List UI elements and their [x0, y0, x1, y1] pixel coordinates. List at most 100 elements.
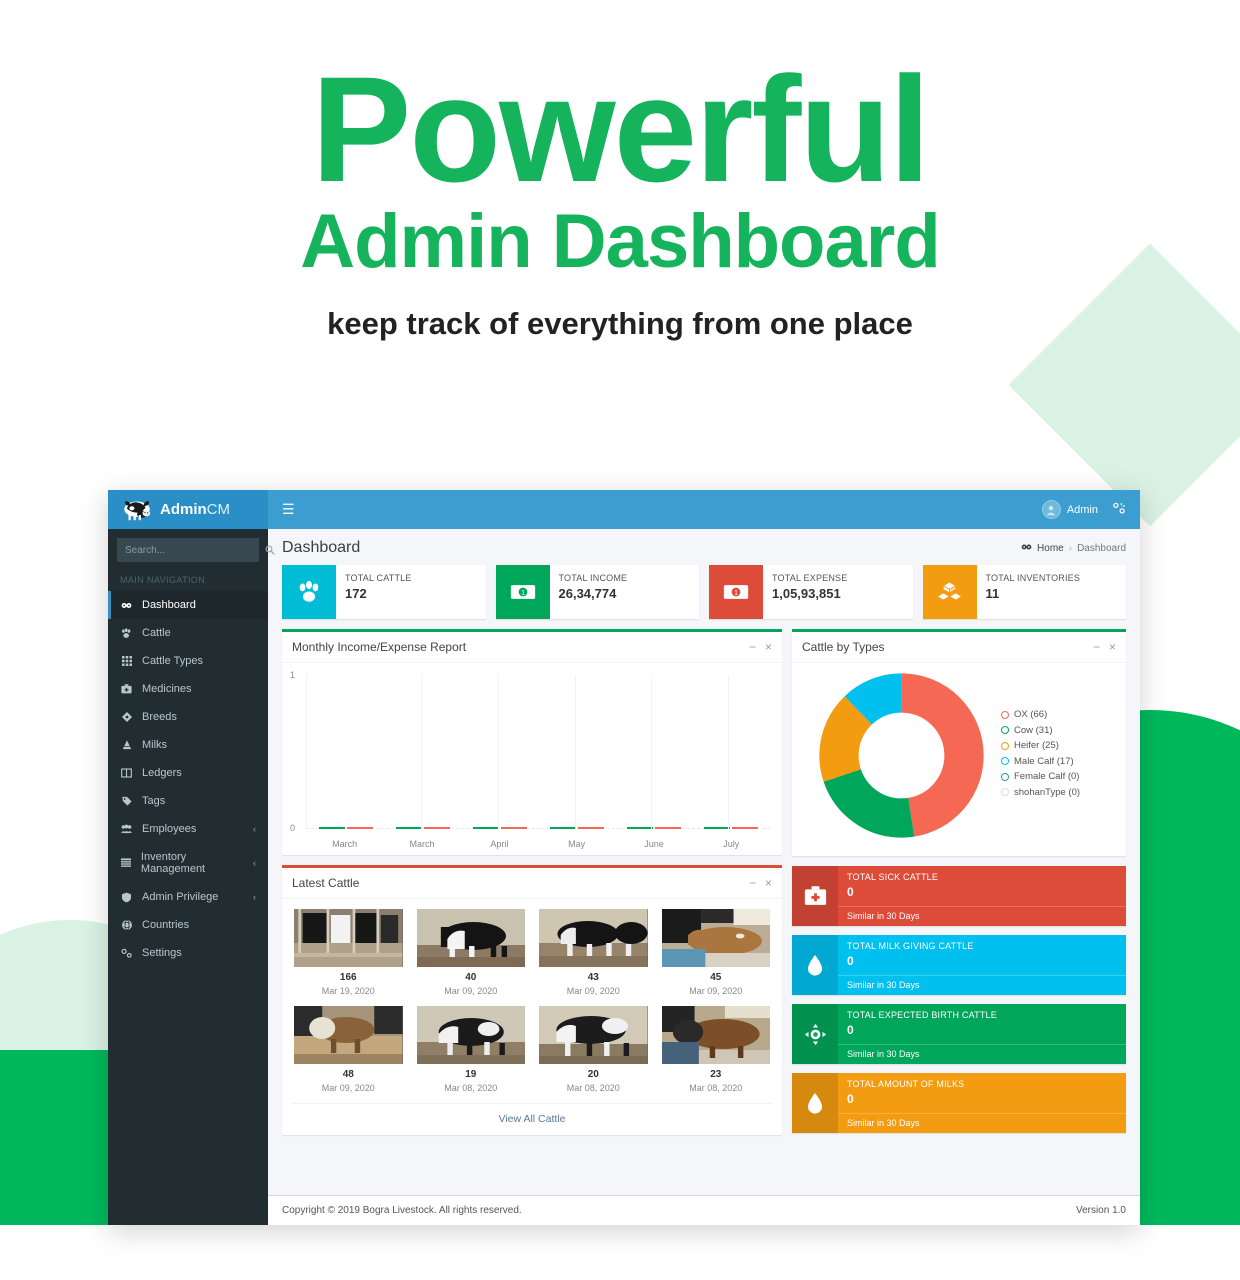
sidebar-item-employees[interactable]: Employees ‹ [108, 815, 268, 843]
legend-label: shohanType (0) [1014, 786, 1081, 798]
money-icon: 1 [495, 565, 550, 619]
sidebar-item-admin-privilege[interactable]: Admin Privilege ‹ [108, 883, 268, 911]
cattle-id: 40 [465, 972, 477, 983]
sidebar-item-medicines[interactable]: Medicines [108, 675, 268, 703]
cattle-date: Mar 09, 2020 [321, 1083, 375, 1093]
info-box-total-milk-giving-cattle[interactable]: TOTAL MILK GIVING CATTLE 0 Similar in 30… [792, 935, 1126, 995]
sidebar-item-tags[interactable]: Tags [108, 787, 268, 815]
navbar-main: ☰ Admin [268, 490, 1140, 529]
cattle-photo [416, 909, 525, 967]
stat-value: 26,34,774 [558, 586, 617, 601]
list-item[interactable]: 48 Mar 09, 2020 [294, 1006, 403, 1093]
info-label: TOTAL AMOUNT OF MILKS [847, 1079, 965, 1089]
sidebar-item-breeds[interactable]: Breeds [108, 703, 268, 731]
breadcrumb-home[interactable]: Home [1037, 543, 1064, 554]
donut-chart [802, 673, 1001, 838]
legend-item: Female Calf (0) [1001, 771, 1116, 782]
stat-card-total-inventories[interactable]: TOTAL INVENTORIES 11 [922, 565, 1126, 619]
sidebar-item-label: Cattle Types [142, 655, 203, 667]
sidebar-section-header: MAIN NAVIGATION [120, 575, 206, 585]
grid-icon [120, 656, 133, 666]
info-box-total-amount-of-milks[interactable]: TOTAL AMOUNT OF MILKS 0 Similar in 30 Da… [792, 1073, 1126, 1133]
footer-version: Version 1.0 [1075, 1205, 1126, 1216]
right-column: Cattle by Types − × OX (66) Cow (31) Hei… [792, 629, 1126, 1145]
list-item[interactable]: 23 Mar 08, 2020 [661, 1006, 770, 1093]
x-tick: March [332, 839, 358, 849]
cattle-id: 19 [465, 1069, 477, 1080]
sidebar-item-countries[interactable]: Countries [108, 911, 268, 939]
bar-group [693, 675, 770, 829]
hero-tagline: keep track of everything from one place [327, 306, 913, 341]
avatar [1041, 500, 1061, 519]
paw-icon [282, 565, 336, 619]
sidebar-item-label: Cattle [142, 627, 171, 639]
money-icon: 1 [709, 565, 763, 619]
legend-marker [1001, 757, 1009, 765]
sidebar-item-label: Countries [142, 919, 190, 931]
cattle-id: 166 [339, 972, 357, 983]
chevron-icon: ‹ [253, 824, 256, 834]
menu-toggle-icon[interactable]: ☰ [282, 501, 295, 518]
list-item[interactable]: 19 Mar 08, 2020 [416, 1006, 525, 1093]
stat-value: 172 [345, 586, 367, 601]
view-all-cattle-link[interactable]: View All Cattle [292, 1103, 772, 1135]
page-title: Dashboard [282, 539, 361, 556]
sidebar-item-ledgers[interactable]: Ledgers [108, 759, 268, 787]
stat-card-total-cattle[interactable]: TOTAL CATTLE 172 [282, 565, 486, 619]
list-icon [120, 858, 132, 868]
search-input[interactable] [117, 544, 265, 556]
breadcrumb-home-icon [1021, 543, 1032, 554]
close-icon[interactable]: × [765, 641, 772, 653]
sidebar: MAIN NAVIGATION Dashboard Cattle [108, 529, 275, 1225]
close-icon[interactable]: × [1109, 641, 1116, 653]
sidebar-item-cattle[interactable]: Cattle [108, 619, 268, 647]
brand-logo[interactable]: AdminCM [108, 490, 268, 529]
legend-label: OX (66) [1014, 709, 1048, 720]
x-tick: May [568, 839, 586, 849]
latest-cattle-grid: 166 Mar 19, 2020 40 Mar 09, 2020 43 Mar … [292, 905, 772, 1095]
sidebar-item-inventory-management[interactable]: Inventory Management ‹ [108, 843, 268, 883]
dashboard-icon [120, 600, 133, 611]
list-item[interactable]: 166 Mar 19, 2020 [294, 909, 403, 996]
info-value: 0 [847, 954, 854, 968]
sidebar-search [108, 529, 275, 567]
y-tick-0: 0 [290, 823, 296, 833]
main-content: Dashboard Home › Dashboard TOTAL CATTLE … [268, 529, 1140, 1225]
info-box-total-expected-birth-cattle[interactable]: TOTAL EXPECTED BIRTH CATTLE 0 Similar in… [792, 1004, 1126, 1064]
users-icon [120, 824, 133, 834]
stat-card-total-expense[interactable]: 1 TOTAL EXPENSE 1,05,93,851 [709, 565, 913, 619]
sidebar-item-cattle-types[interactable]: Cattle Types [108, 647, 268, 675]
sidebar-item-label: Milks [142, 739, 168, 751]
stat-value: 11 [985, 586, 1000, 601]
minimize-icon[interactable]: − [749, 641, 756, 653]
cattle-date: Mar 08, 2020 [566, 1083, 620, 1093]
chart-x-labels: March March April May June July [306, 839, 770, 849]
stat-card-total-income[interactable]: 1 TOTAL INCOME 26,34,774 [495, 565, 699, 619]
list-item[interactable]: 40 Mar 09, 2020 [416, 909, 525, 996]
info-value: 0 [847, 1023, 854, 1037]
x-tick: June [644, 839, 664, 849]
drop-icon [792, 1073, 838, 1133]
list-item[interactable]: 20 Mar 08, 2020 [539, 1006, 648, 1093]
legend-item: OX (66) [1001, 709, 1116, 720]
breadcrumb-separator: › [1068, 542, 1073, 554]
content-body: TOTAL CATTLE 172 1 TOTAL INCOME 26,34,77… [268, 563, 1140, 1195]
sidebar-item-milks[interactable]: Milks [108, 731, 268, 759]
sidebar-item-settings[interactable]: Settings [108, 939, 268, 967]
list-item[interactable]: 43 Mar 09, 2020 [539, 909, 648, 996]
list-item[interactable]: 45 Mar 09, 2020 [661, 909, 770, 996]
info-footer: Similar in 30 Days [838, 906, 1126, 926]
info-label: TOTAL SICK CATTLE [847, 872, 939, 882]
minimize-icon[interactable]: − [1093, 641, 1100, 653]
x-tick: July [723, 839, 740, 849]
info-box-total-sick-cattle[interactable]: TOTAL SICK CATTLE 0 Similar in 30 Days [792, 866, 1126, 926]
cattle-date: Mar 19, 2020 [321, 986, 375, 996]
gear-icon[interactable] [1112, 502, 1126, 518]
breadcrumb: Home › Dashboard [1021, 543, 1126, 554]
sidebar-item-dashboard[interactable]: Dashboard [108, 591, 268, 619]
minimize-icon[interactable]: − [749, 877, 756, 889]
stat-cards-row: TOTAL CATTLE 172 1 TOTAL INCOME 26,34,77… [282, 565, 1126, 619]
stat-label: TOTAL INVENTORIES [985, 573, 1081, 583]
user-menu[interactable]: Admin [1041, 500, 1098, 519]
close-icon[interactable]: × [765, 877, 772, 889]
